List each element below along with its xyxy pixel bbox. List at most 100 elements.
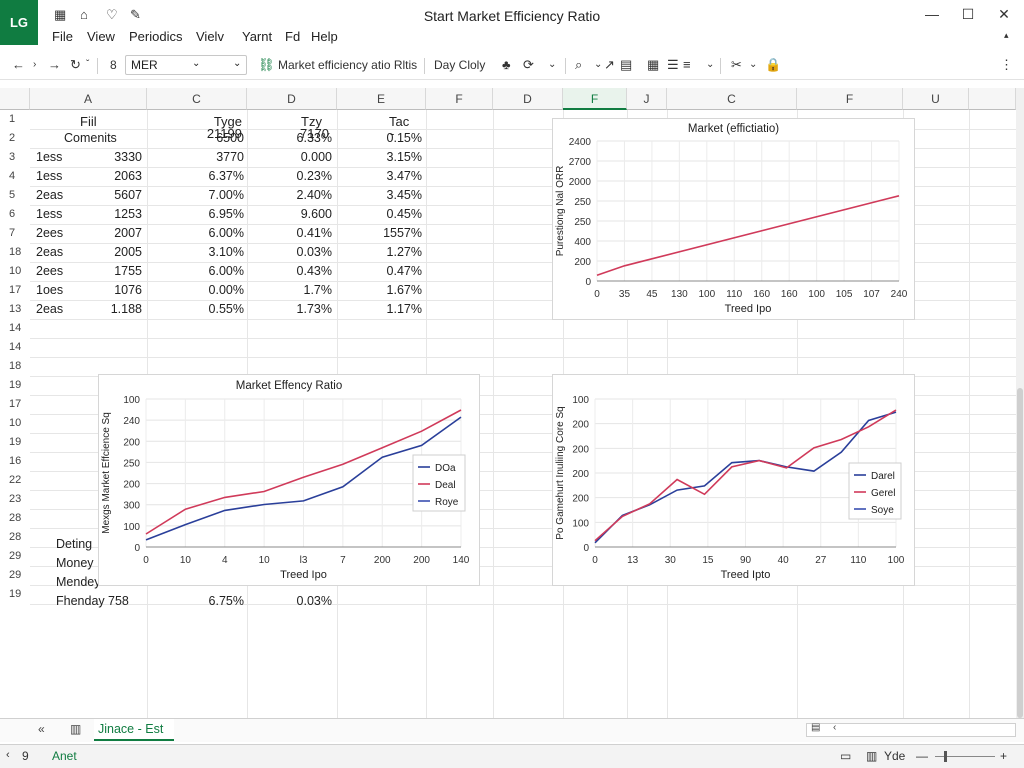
table-cell[interactable]: 0.15% <box>345 129 422 148</box>
table-cell[interactable]: 1.73% <box>260 300 332 319</box>
dropdown-icon[interactable]: › <box>33 59 36 70</box>
row-header[interactable]: 17 <box>0 395 30 414</box>
row-header[interactable]: 18 <box>0 243 30 262</box>
table-cell[interactable]: 6.33% <box>260 129 332 148</box>
table-cell[interactable]: 1.67% <box>345 281 422 300</box>
table-cell[interactable]: 2.40% <box>260 186 332 205</box>
page-view-icon[interactable]: ▭ <box>840 749 851 763</box>
table-cell[interactable]: 6.75% <box>170 592 244 611</box>
menu-fd[interactable]: Fd <box>285 29 300 44</box>
table-cell[interactable]: 2eas <box>36 243 63 262</box>
chevron-down-icon[interactable]: ⌄ <box>548 59 556 70</box>
row-header[interactable]: 28 <box>0 528 30 547</box>
scroll-left-icon[interactable]: ‹ <box>833 722 836 733</box>
scrollbar-thumb[interactable] <box>1017 388 1023 718</box>
table-cell[interactable]: 1.27% <box>345 243 422 262</box>
tab-scroll-prev[interactable]: « <box>38 722 45 736</box>
column-header[interactable]: D <box>493 88 563 110</box>
cell-ref[interactable]: 8 <box>110 58 117 72</box>
vertical-scrollbar[interactable] <box>1016 88 1024 718</box>
refresh-icon[interactable]: ↻ <box>70 57 81 73</box>
table-cell[interactable]: 1557% <box>345 224 422 243</box>
row-header[interactable]: 16 <box>0 452 30 471</box>
table-cell[interactable]: 0.23% <box>260 167 332 186</box>
row-header[interactable]: 29 <box>0 547 30 566</box>
table-cell[interactable]: 6.95% <box>170 205 244 224</box>
link-icon[interactable]: ⛓ <box>258 57 275 73</box>
table-cell[interactable]: 3330 <box>90 148 142 167</box>
sheet-tab-active[interactable]: Jinace - Est <box>94 719 174 741</box>
table-cell[interactable]: 0.03% <box>260 243 332 262</box>
table-cell[interactable]: 2eas <box>36 186 63 205</box>
menu-periodics[interactable]: Periodics <box>129 29 182 44</box>
align-left-icon[interactable]: ☰ <box>667 57 679 73</box>
row-header[interactable]: 7 <box>0 224 30 243</box>
column-header[interactable]: J <box>627 88 667 110</box>
table-cell[interactable]: Comenits <box>64 129 117 148</box>
row-header[interactable]: 19 <box>0 585 30 604</box>
search-icon[interactable]: ⌕ <box>575 57 582 73</box>
table-cell[interactable]: 1.7% <box>260 281 333 300</box>
select-all-corner[interactable] <box>0 88 30 110</box>
menu-vielv[interactable]: Vielv <box>196 29 224 44</box>
zoom-in-button[interactable]: + <box>1000 749 1007 763</box>
menu-yarnt[interactable]: Yarnt <box>242 29 272 44</box>
table-cell[interactable]: 1ess <box>36 205 62 224</box>
back-icon[interactable]: ← <box>12 57 25 72</box>
zoom-out-button[interactable]: — <box>916 749 928 763</box>
home-icon[interactable]: ⌂ <box>80 7 88 22</box>
table-cell[interactable]: 758 <box>108 592 129 611</box>
row-header[interactable]: 23 <box>0 490 30 509</box>
table-cell[interactable]: 9.600 <box>260 205 332 224</box>
table-cell[interactable]: 5607 <box>90 186 142 205</box>
table-cell[interactable]: 1.188 <box>90 300 142 319</box>
table-cell[interactable]: 1ess <box>36 167 62 186</box>
menu-help[interactable]: Help <box>311 29 338 44</box>
column-header[interactable]: D <box>247 88 337 110</box>
row-header[interactable]: 4 <box>0 167 30 186</box>
name-box[interactable]: MER ⌄ ⌄ <box>125 55 247 75</box>
table-cell[interactable]: 6.00% <box>170 224 244 243</box>
row-header[interactable]: 14 <box>0 319 30 338</box>
row-header[interactable]: 10 <box>0 262 30 281</box>
table-cell[interactable]: 0.00% <box>170 281 244 300</box>
table-cell[interactable]: 6.00% <box>170 262 244 281</box>
table-cell[interactable]: Mendey <box>56 573 100 592</box>
zoom-slider-thumb[interactable] <box>944 751 947 762</box>
column-header[interactable]: C <box>147 88 247 110</box>
table-cell[interactable]: 3.10% <box>170 243 244 262</box>
row-header[interactable]: 14 <box>0 338 30 357</box>
table-cell[interactable]: Money <box>56 554 94 573</box>
row-header[interactable]: 2 <box>0 129 30 148</box>
lock-icon[interactable]: 🔒 <box>765 57 781 73</box>
status-arrow-icon[interactable]: ‹ <box>6 749 10 761</box>
column-header[interactable]: F <box>797 88 903 110</box>
table-cell[interactable]: 0.43% <box>260 262 332 281</box>
layout-view-icon[interactable]: ▥ <box>866 749 877 763</box>
sheet-icon[interactable]: ▥ <box>70 722 81 736</box>
table-cell[interactable]: Deting <box>56 535 92 554</box>
column-header[interactable]: U <box>903 88 969 110</box>
table-cell[interactable]: 2ees <box>36 262 63 281</box>
table-cell[interactable]: 6500 <box>170 129 244 148</box>
table-cell[interactable]: 2eas <box>36 300 63 319</box>
table-cell[interactable]: 2005 <box>90 243 142 262</box>
row-header[interactable]: 17 <box>0 281 30 300</box>
chevron-down-icon[interactable]: ⌄ <box>706 59 714 70</box>
table-cell[interactable]: 6.37% <box>170 167 244 186</box>
day-label[interactable]: Day Cloly <box>434 58 485 72</box>
column-header[interactable]: E <box>337 88 426 110</box>
table-cell[interactable]: 0.000 <box>260 148 332 167</box>
row-header[interactable]: 29 <box>0 566 30 585</box>
table-cell[interactable]: 3.45% <box>345 186 422 205</box>
table-cell[interactable]: 3.15% <box>345 148 422 167</box>
forward-icon[interactable]: → <box>48 57 61 72</box>
table-cell[interactable]: Fhenday <box>56 592 105 611</box>
table-cell[interactable]: 3770 <box>170 148 244 167</box>
row-header[interactable]: 18 <box>0 357 30 376</box>
chart-market-efficiency-ratio[interactable]: Market Effency Ratio 0 100 300 200 250 200 240… <box>98 374 480 586</box>
pen-icon[interactable]: ✎ <box>130 7 141 23</box>
view-mode[interactable]: Yde <box>884 749 905 763</box>
table-icon[interactable]: ▦ <box>647 57 659 73</box>
table-cell[interactable]: 0.41% <box>260 224 332 243</box>
